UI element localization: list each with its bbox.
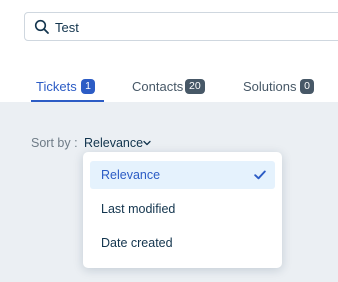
tab-label: Contacts [132,79,184,94]
count-badge: 1 [81,79,95,94]
sort-option-date-created[interactable]: Date created [90,229,275,257]
sort-label: Sort by : [31,136,78,150]
tab-label: Solutions [243,79,297,94]
tab-label: Tickets [36,79,77,94]
option-label: Date created [101,236,173,250]
search-box[interactable] [24,12,338,41]
chevron-down-icon[interactable] [143,140,151,146]
sort-option-last-modified[interactable]: Last modified [90,195,275,223]
tab-tickets[interactable]: Tickets 1 [31,74,104,102]
tab-bar: Tickets 1 Contacts 20 Solutions 0 [0,74,338,102]
search-input[interactable] [55,18,335,36]
search-icon [34,19,49,34]
sort-dropdown-menu: Relevance Last modified Date created [83,152,282,268]
option-label: Last modified [101,202,176,216]
count-badge: 0 [300,79,314,94]
tab-contacts[interactable]: Contacts 20 [132,74,208,102]
sort-dropdown-trigger[interactable]: Relevance [84,136,143,150]
sort-option-relevance[interactable]: Relevance [90,161,275,189]
header-area: Tickets 1 Contacts 20 Solutions 0 [0,0,338,102]
option-label: Relevance [101,168,161,182]
count-badge: 20 [185,79,205,94]
tab-solutions[interactable]: Solutions 0 [243,74,319,102]
check-icon [254,170,266,180]
